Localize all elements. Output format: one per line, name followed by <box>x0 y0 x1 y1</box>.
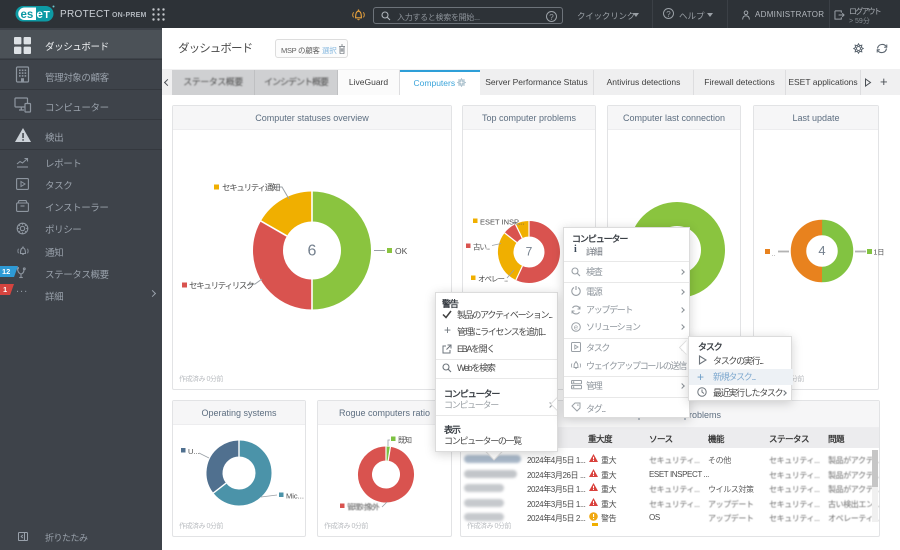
svg-text:Mic...: Mic... <box>286 492 304 501</box>
svg-text:OK: OK <box>395 246 408 256</box>
svg-text:セキュリティリスク: セキュリティリスク <box>189 281 254 291</box>
svg-text:ESET INSP...: ESET INSP... <box>480 218 524 227</box>
svg-text:es: es <box>21 9 34 21</box>
svg-text:古い...: 古い... <box>473 242 490 252</box>
svg-text:1日: 1日 <box>874 249 885 257</box>
svg-text:..: .. <box>772 249 776 258</box>
svg-text:e: e <box>37 9 43 21</box>
svg-text:4: 4 <box>818 243 825 258</box>
svg-text:7: 7 <box>526 245 533 259</box>
svg-text:管理対象外: 管理対象外 <box>347 502 380 512</box>
svg-text:セキュリティ通知: セキュリティ通知 <box>222 183 280 193</box>
svg-text:6: 6 <box>308 243 317 260</box>
svg-text:既知: 既知 <box>398 435 411 445</box>
svg-text:U...: U... <box>188 447 200 456</box>
svg-text:T: T <box>44 9 51 21</box>
svg-text:オペレー...: オペレー... <box>478 275 508 284</box>
svg-text:e: e <box>574 323 578 332</box>
